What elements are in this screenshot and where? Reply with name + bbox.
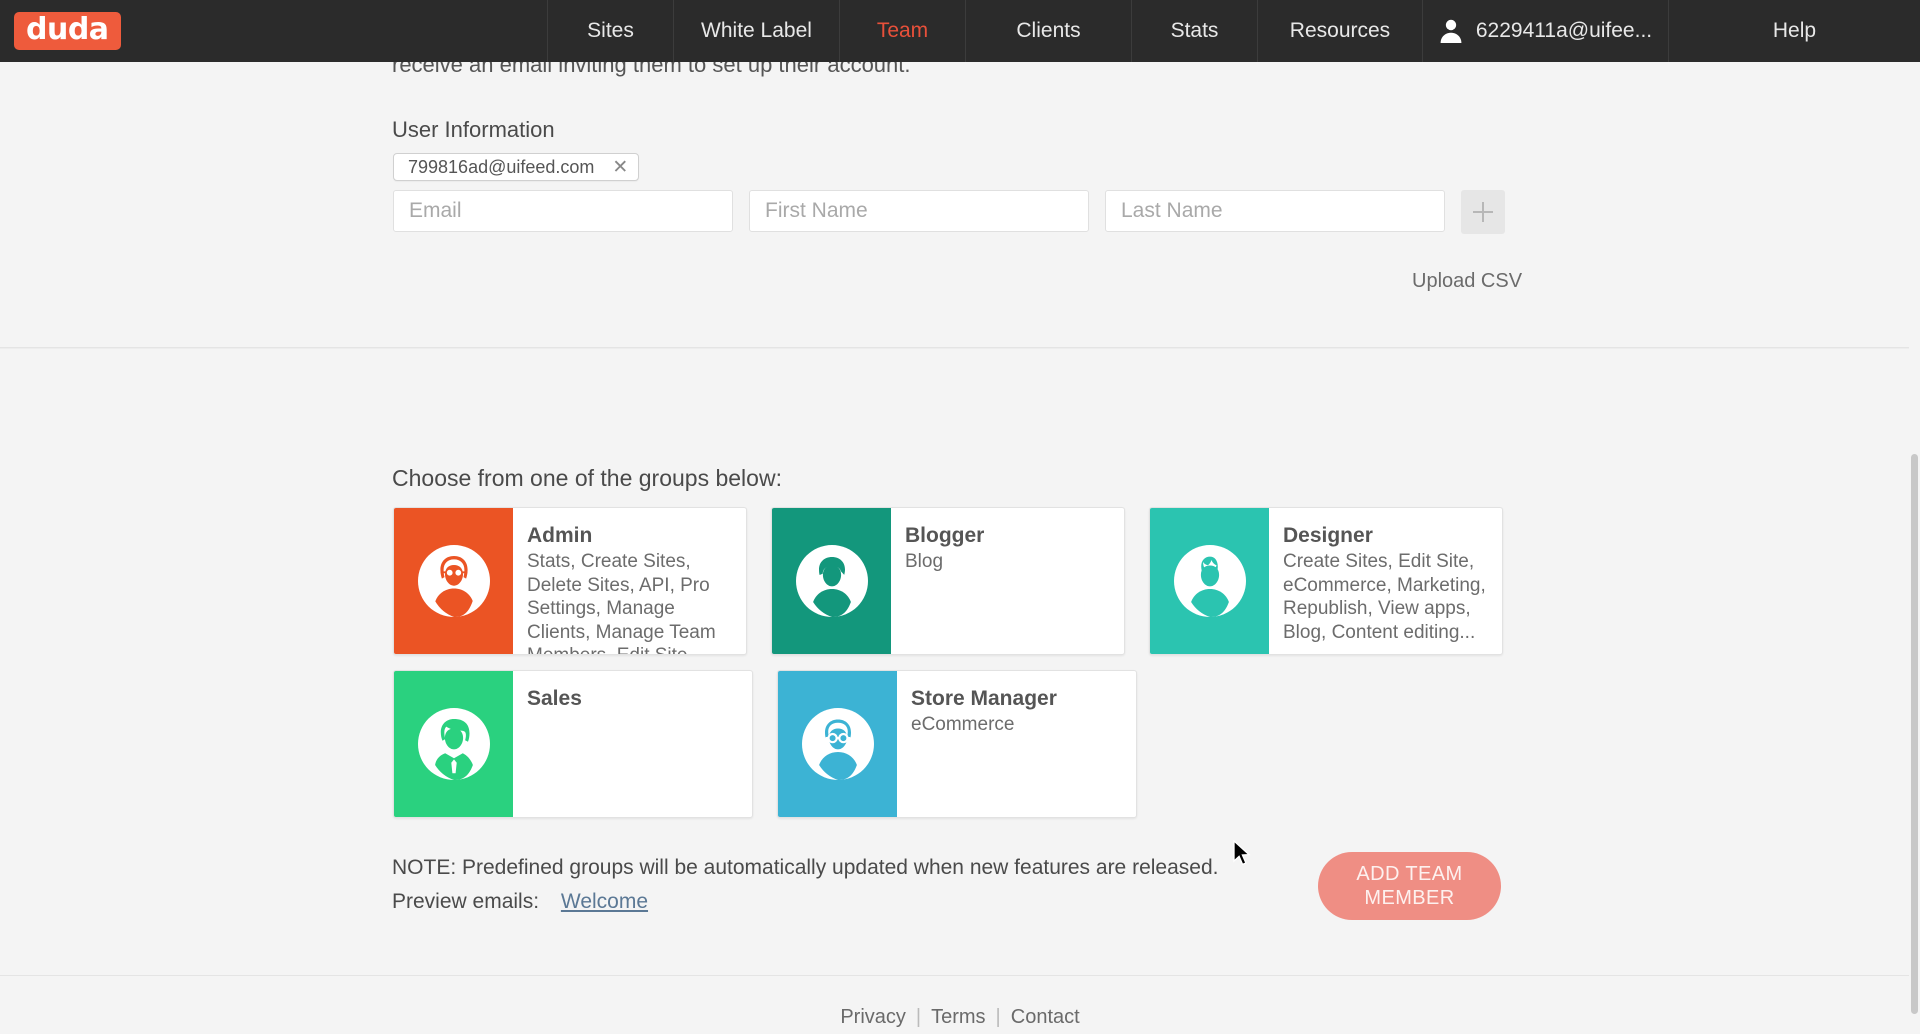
nav-item-team-label: Team: [876, 19, 929, 42]
group-card-blogger[interactable]: Blogger Blog: [771, 507, 1125, 655]
email-chip-label: 799816ad@uifeed.com: [408, 156, 595, 177]
group-card-designer-title: Designer: [1283, 524, 1373, 547]
add-team-member-button[interactable]: ADD TEAM MEMBER: [1318, 852, 1501, 920]
add-row-plus-icon[interactable]: [1461, 190, 1505, 234]
brand-logo[interactable]: duda: [0, 0, 548, 62]
group-card-row: Sales Store Manager eCommerce: [393, 670, 1503, 818]
group-card-sales-body: Sales: [513, 671, 752, 817]
group-card-admin-title: Admin: [527, 524, 593, 547]
footer-link-contact[interactable]: Contact: [1001, 1006, 1090, 1029]
nav-item-help[interactable]: Help: [1669, 0, 1920, 62]
nav-item-clients[interactable]: Clients: [966, 0, 1132, 62]
group-card-blogger-desc: Blog: [905, 551, 944, 572]
groups-note-text: NOTE: Predefined groups will be automati…: [392, 856, 1219, 879]
nav-item-team[interactable]: Team: [840, 0, 966, 62]
avatar-glasses-long-hair-icon: [417, 545, 490, 617]
group-card-store-manager-body: Store Manager eCommerce: [897, 671, 1136, 817]
footer-link-terms[interactable]: Terms: [921, 1006, 995, 1029]
group-card-row: Admin Stats, Create Sites, Delete Sites,…: [393, 507, 1503, 655]
group-card-admin-desc: Stats, Create Sites, Delete Sites, API, …: [527, 551, 716, 654]
nav-item-white-label[interactable]: White Label: [674, 0, 840, 62]
avatar-spiky-hair-icon: [1173, 545, 1246, 617]
group-card-designer-desc: Create Sites, Edit Site, eCommerce, Mark…: [1283, 551, 1486, 643]
last-name-input[interactable]: [1105, 190, 1445, 232]
avatar-suit-tie-icon: [417, 708, 490, 780]
group-card-store-manager-swatch: [778, 671, 897, 817]
preview-emails-row: Preview emails: Welcome: [392, 887, 1218, 917]
avatar-glasses-icon: [801, 708, 874, 780]
group-card-blogger-title: Blogger: [905, 524, 985, 547]
group-card-designer-body: Designer Create Sites, Edit Site, eComme…: [1269, 508, 1502, 654]
nav-item-white-label-label: White Label: [701, 19, 812, 42]
group-card-designer-swatch: [1150, 508, 1269, 654]
group-card-admin[interactable]: Admin Stats, Create Sites, Delete Sites,…: [393, 507, 747, 655]
user-information-heading: User Information: [392, 117, 555, 142]
group-card-store-manager[interactable]: Store Manager eCommerce: [777, 670, 1137, 818]
group-card-sales[interactable]: Sales: [393, 670, 753, 818]
footer-divider: [0, 975, 1920, 976]
group-card-blogger-swatch: [772, 508, 891, 654]
nav-item-resources[interactable]: Resources: [1258, 0, 1423, 62]
group-card-store-manager-desc: eCommerce: [911, 714, 1015, 735]
scrollbar-thumb[interactable]: [1911, 454, 1918, 1014]
group-card-admin-swatch: [394, 508, 513, 654]
group-card-grid: Admin Stats, Create Sites, Delete Sites,…: [393, 507, 1503, 833]
groups-note: NOTE: Predefined groups will be automati…: [392, 853, 1218, 918]
welcome-email-link[interactable]: Welcome: [561, 890, 648, 913]
close-icon[interactable]: ✕: [612, 158, 628, 177]
section-divider: [0, 347, 1920, 348]
vertical-scrollbar[interactable]: [1909, 124, 1920, 1034]
nav-item-help-label: Help: [1772, 19, 1817, 42]
avatar-short-hair-icon: [795, 545, 868, 617]
top-navigation-bar: duda Sites White Label Team Clients Stat…: [0, 0, 1920, 62]
group-card-blogger-body: Blogger Blog: [891, 508, 1124, 654]
duda-logo-text: duda: [14, 11, 121, 51]
group-card-sales-title: Sales: [527, 687, 582, 710]
upload-csv-link[interactable]: Upload CSV: [1412, 270, 1522, 293]
group-card-designer[interactable]: Designer Create Sites, Edit Site, eComme…: [1149, 507, 1503, 655]
nav-item-sites-label: Sites: [587, 19, 634, 42]
email-chip[interactable]: 799816ad@uifeed.com ✕: [393, 153, 640, 181]
footer-links: Privacy | Terms | Contact: [0, 1006, 1920, 1029]
nav-item-user-account[interactable]: 6229411a@uifee...: [1423, 0, 1669, 62]
person-icon: [1439, 18, 1463, 44]
nav-item-stats[interactable]: Stats: [1132, 0, 1258, 62]
first-name-input[interactable]: [749, 190, 1089, 232]
page-content: receive an email inviting them to set up…: [0, 52, 1920, 1034]
nav-item-clients-label: Clients: [1016, 19, 1081, 42]
user-email-label: 6229411a@uifee...: [1475, 19, 1653, 42]
nav-item-resources-label: Resources: [1289, 19, 1391, 42]
preview-emails-label: Preview emails:: [392, 890, 540, 914]
group-card-store-manager-title: Store Manager: [911, 687, 1057, 710]
nav-item-stats-label: Stats: [1170, 19, 1219, 42]
user-information-inputs: [393, 190, 1505, 234]
group-card-admin-body: Admin Stats, Create Sites, Delete Sites,…: [513, 508, 746, 654]
email-input[interactable]: [393, 190, 733, 232]
group-card-sales-swatch: [394, 671, 513, 817]
nav-item-sites[interactable]: Sites: [548, 0, 674, 62]
groups-heading: Choose from one of the groups below:: [392, 465, 782, 491]
footer-link-privacy[interactable]: Privacy: [830, 1006, 916, 1029]
